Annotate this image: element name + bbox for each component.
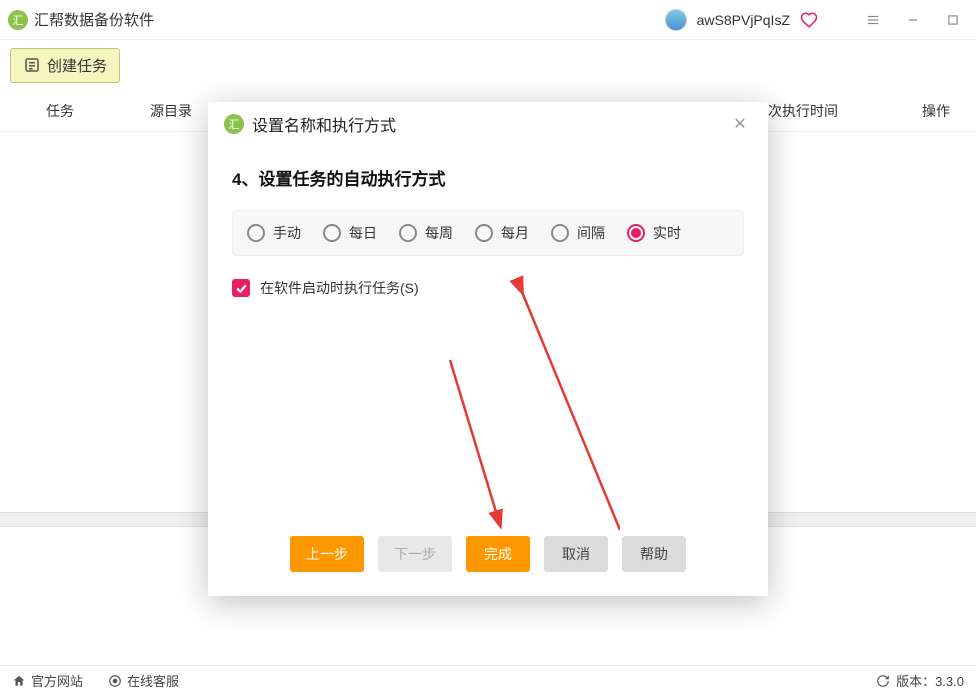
create-task-button[interactable]: 创建任务	[10, 48, 120, 83]
cancel-button[interactable]: 取消	[544, 536, 608, 572]
refresh-icon[interactable]	[876, 674, 890, 688]
list-icon	[23, 56, 41, 74]
run-on-startup-label: 在软件启动时执行任务(S)	[260, 278, 419, 298]
settings-modal: 汇 设置名称和执行方式 ✕ 4、设置任务的自动执行方式 手动 每日 每周 每月 …	[208, 102, 768, 596]
run-on-startup-checkbox[interactable]	[232, 279, 250, 297]
version-label: 版本：3.3.0	[896, 671, 964, 690]
online-service-link[interactable]: 在线客服	[108, 671, 179, 690]
official-site-link[interactable]: 官方网站	[12, 671, 83, 690]
modal-footer: 上一步 下一步 完成 取消 帮助	[208, 518, 768, 596]
radio-monthly[interactable]: 每月	[475, 223, 529, 243]
col-task: 任务	[0, 101, 120, 121]
next-button: 下一步	[378, 536, 452, 572]
help-button[interactable]: 帮助	[622, 536, 686, 572]
maximize-icon[interactable]	[938, 5, 968, 35]
col-ops: 操作	[896, 101, 976, 121]
radio-manual[interactable]: 手动	[247, 223, 301, 243]
statusbar: 官方网站 在线客服 版本：3.3.0	[0, 665, 976, 695]
radio-daily[interactable]: 每日	[323, 223, 377, 243]
modal-logo-icon: 汇	[224, 114, 244, 134]
username-label: awS8PVjPqIsZ	[697, 12, 790, 28]
radio-realtime[interactable]: 实时	[627, 223, 681, 243]
modal-title: 设置名称和执行方式	[252, 112, 396, 136]
check-icon	[235, 282, 248, 295]
headset-icon	[108, 674, 122, 688]
avatar-icon[interactable]	[665, 9, 687, 31]
radio-interval[interactable]: 间隔	[551, 223, 605, 243]
schedule-radio-group: 手动 每日 每周 每月 间隔 实时	[232, 210, 744, 256]
app-logo-icon: 汇	[8, 10, 28, 30]
create-task-label: 创建任务	[47, 55, 107, 76]
prev-button[interactable]: 上一步	[290, 536, 364, 572]
heart-outline-icon[interactable]	[800, 11, 818, 29]
close-icon[interactable]: ✕	[728, 112, 752, 136]
toolbar: 创建任务	[0, 40, 976, 90]
titlebar: 汇 汇帮数据备份软件 awS8PVjPqIsZ	[0, 0, 976, 40]
radio-weekly[interactable]: 每周	[399, 223, 453, 243]
menu-icon[interactable]	[858, 5, 888, 35]
minimize-icon[interactable]	[898, 5, 928, 35]
section-heading: 4、设置任务的自动执行方式	[232, 165, 744, 190]
finish-button[interactable]: 完成	[466, 536, 530, 572]
app-title: 汇帮数据备份软件	[34, 9, 154, 30]
home-icon	[12, 674, 26, 688]
